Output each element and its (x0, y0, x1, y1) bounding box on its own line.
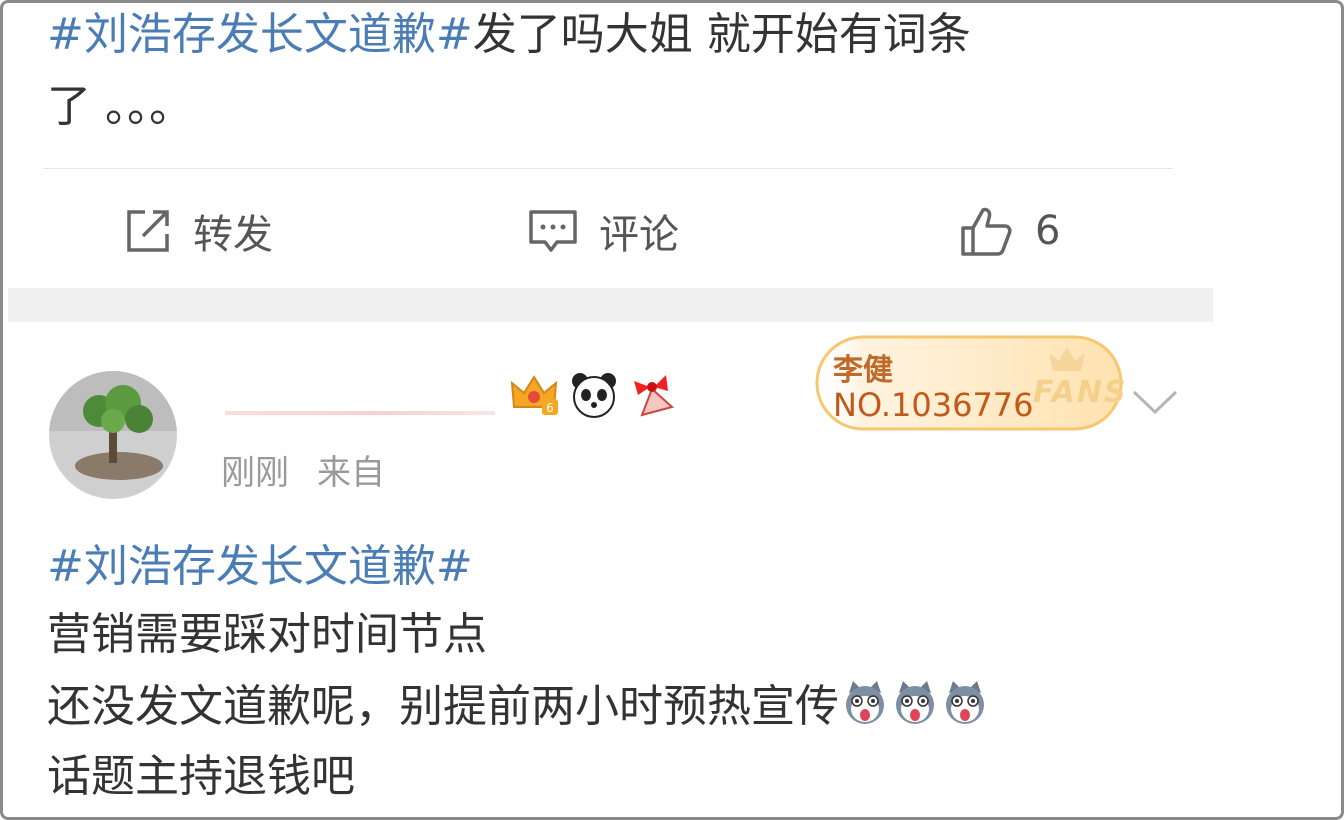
comment-icon (529, 210, 577, 252)
bell-bow-badge-icon (634, 375, 675, 417)
comment-line-3: 话题主持退钱吧 (47, 751, 355, 802)
comment-label: 评论 (599, 212, 679, 258)
crown-level-badge-icon: 6 (510, 375, 558, 415)
divider (43, 168, 1173, 169)
comment-meta: 刚刚 来自 (221, 445, 385, 494)
thumbs-up-icon (961, 207, 1012, 256)
comment-topic-link[interactable]: #刘浩存发长文道歉# (47, 539, 473, 595)
svg-text:6: 6 (546, 401, 554, 415)
username-redacted[interactable] (225, 411, 495, 415)
screenshot-frame: #刘浩存发长文道歉#发了吗大姐 就开始有词条 了 。。。 转发 评论 6 6 刚… (0, 0, 1344, 820)
chevron-down-icon[interactable] (1131, 388, 1179, 418)
avatar[interactable] (49, 371, 177, 499)
post-text: 发了吗大姐 就开始有词条 (472, 9, 971, 60)
comment-line-2: 还没发文道歉呢，别提前两小时预热宣传 (47, 681, 839, 732)
post-text-line-2: 了 。。。 (47, 81, 193, 132)
repost-icon (127, 210, 169, 252)
husky-tongue-emoji (846, 681, 884, 724)
fans-badge-word: FANS (1033, 375, 1128, 410)
section-separator (8, 288, 1213, 322)
comment-line-2-wrap: 还没发文道歉呢，别提前两小时预热宣传 (47, 679, 989, 735)
post-text-line-1: #刘浩存发长文道歉#发了吗大姐 就开始有词条 (47, 7, 971, 63)
emoji-row (839, 681, 989, 732)
repost-label: 转发 (193, 212, 273, 258)
post-time: 刚刚 (221, 453, 289, 493)
like-button[interactable]: 6 (959, 201, 1060, 261)
comment-button[interactable]: 评论 (527, 201, 679, 261)
like-count: 6 (1035, 208, 1061, 254)
repost-button[interactable]: 转发 (123, 201, 273, 261)
comment-line-1: 营销需要踩对时间节点 (47, 609, 487, 660)
topic-link[interactable]: #刘浩存发长文道歉# (47, 9, 473, 60)
post-source: 来自 (317, 453, 385, 493)
fans-badge-number: NO.1036776 (833, 386, 1034, 424)
husky-tongue-emoji (896, 681, 934, 724)
husky-tongue-emoji (946, 681, 984, 724)
fans-badge-idol-name: 李健 (833, 353, 893, 388)
panda-badge-icon (572, 373, 616, 418)
